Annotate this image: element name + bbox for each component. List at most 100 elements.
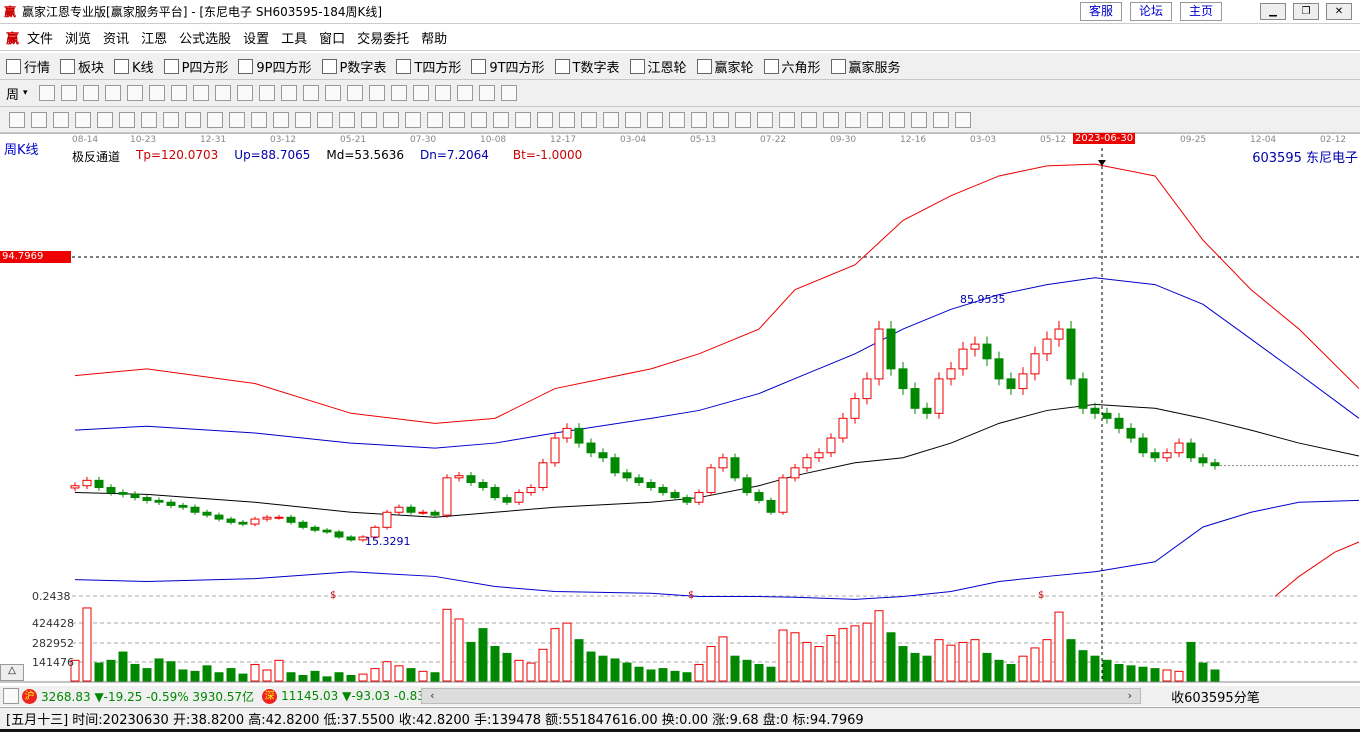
service-link[interactable]: 客服 [1080,2,1123,21]
toolbar-hexagon[interactable]: 六角形 [763,57,821,76]
tool-icon[interactable] [170,85,187,101]
restore-button[interactable]: ❐ [1293,3,1319,20]
draw-tool-icon[interactable] [933,111,949,128]
draw-tool-icon[interactable] [317,111,333,128]
tool-icon[interactable] [82,85,99,101]
toolbar-grid[interactable]: 行情 [6,57,50,76]
toolbar-ps[interactable]: P四方形 [163,57,228,76]
draw-tool-icon[interactable] [515,111,531,128]
draw-tool-icon[interactable] [273,111,289,128]
tool-icon[interactable] [346,85,363,101]
draw-tool-icon[interactable] [713,111,729,128]
tool-icon[interactable] [104,85,121,101]
draw-tool-icon[interactable] [361,111,377,128]
draw-tool-icon[interactable] [185,111,201,128]
menu-trade[interactable]: 交易委托 [357,28,409,47]
draw-tool-icon[interactable] [427,111,443,128]
draw-tool-icon[interactable] [493,111,509,128]
tool-icon[interactable] [368,85,385,101]
draw-tool-icon[interactable] [867,111,883,128]
draw-tool-icon[interactable] [911,111,927,128]
draw-tool-icon[interactable] [603,111,619,128]
draw-tool-icon[interactable] [229,111,245,128]
tool-icon[interactable] [192,85,209,101]
draw-tool-icon[interactable] [845,111,861,128]
draw-tool-icon[interactable] [559,111,575,128]
draw-tool-icon[interactable] [339,111,355,128]
horizontal-scrollbar[interactable]: ‹ › [421,688,1142,704]
scroll-right-icon[interactable]: › [1128,689,1132,703]
draw-tool-icon[interactable] [295,111,311,128]
tick-detail-link[interactable]: 收603595分笔 [1171,687,1260,706]
draw-tool-icon[interactable] [757,111,773,128]
toolbar-winner-wheel[interactable]: 赢家轮 [696,57,754,76]
draw-tool-icon[interactable] [163,111,179,128]
scroll-left-icon[interactable]: ‹ [430,689,434,703]
toolbar-dollar[interactable]: 赢家服务 [830,57,901,76]
home-link[interactable]: 主页 [1180,2,1223,21]
draw-tool-icon[interactable] [251,111,267,128]
toolbar-t9[interactable]: 9T四方形 [471,57,545,76]
draw-tool-icon[interactable] [471,111,487,128]
draw-tool-icon[interactable] [581,111,597,128]
tool-icon[interactable] [60,85,77,101]
draw-tool-icon[interactable] [207,111,223,128]
expand-panel-button[interactable]: △ [0,664,24,681]
draw-tool-icon[interactable] [97,111,113,128]
draw-tool-icon[interactable] [449,111,465,128]
toolbar-tn[interactable]: T数字表 [554,57,620,76]
tool-icon[interactable] [478,85,495,101]
draw-tool-icon[interactable] [119,111,135,128]
toolbar-blocks[interactable]: 板块 [60,57,104,76]
tool-icon[interactable] [214,85,231,101]
draw-tool-icon[interactable] [647,111,663,128]
draw-tool-icon[interactable] [53,111,69,128]
tool-icon[interactable] [412,85,429,101]
menu-settings[interactable]: 设置 [243,28,269,47]
tool-icon[interactable] [434,85,451,101]
draw-tool-icon[interactable] [383,111,399,128]
toolbar-wheel[interactable]: 江恩轮 [629,57,687,76]
toolbar-candle[interactable]: K线 [114,57,154,76]
toolbar-p9[interactable]: 9P四方形 [238,57,312,76]
draw-tool-icon[interactable] [801,111,817,128]
tool-icon[interactable] [324,85,341,101]
kline-chart[interactable] [0,132,1360,684]
draw-tool-icon[interactable] [735,111,751,128]
close-button[interactable]: ✕ [1326,3,1352,20]
menu-info[interactable]: 资讯 [103,28,129,47]
menu-file[interactable]: 文件 [27,28,53,47]
menu-browse[interactable]: 浏览 [65,28,91,47]
menu-help[interactable]: 帮助 [421,28,447,47]
draw-tool-icon[interactable] [75,111,91,128]
draw-tool-icon[interactable] [889,111,905,128]
calendar-icon[interactable] [3,688,19,704]
minimize-button[interactable]: ▁ [1260,3,1286,20]
draw-tool-icon[interactable] [31,111,47,128]
sz-index[interactable]: 11145.03 ▼-93.03 -0.83% 4970.20 [281,689,421,703]
draw-tool-icon[interactable] [625,111,641,128]
menu-formula[interactable]: 公式选股 [179,28,231,47]
sh-index[interactable]: 3268.83 ▼-19.25 -0.59% 3930.57亿 [41,688,254,705]
menu-window[interactable]: 窗口 [319,28,345,47]
tool-icon[interactable] [390,85,407,101]
draw-tool-icon[interactable] [823,111,839,128]
draw-tool-icon[interactable] [779,111,795,128]
tool-icon[interactable] [148,85,165,101]
tool-icon[interactable] [500,85,517,101]
menu-gann[interactable]: 江恩 [141,28,167,47]
tool-icon[interactable] [126,85,143,101]
forum-link[interactable]: 论坛 [1130,2,1173,21]
draw-tool-icon[interactable] [669,111,685,128]
period-select[interactable]: 周 [6,84,19,103]
draw-tool-icon[interactable] [691,111,707,128]
tool-icon[interactable] [456,85,473,101]
draw-tool-icon[interactable] [537,111,553,128]
toolbar-ts[interactable]: T四方形 [396,57,461,76]
tool-icon[interactable] [38,85,55,101]
tool-icon[interactable] [280,85,297,101]
menu-tools[interactable]: 工具 [281,28,307,47]
tool-icon[interactable] [302,85,319,101]
draw-tool-icon[interactable] [141,111,157,128]
tool-icon[interactable] [258,85,275,101]
